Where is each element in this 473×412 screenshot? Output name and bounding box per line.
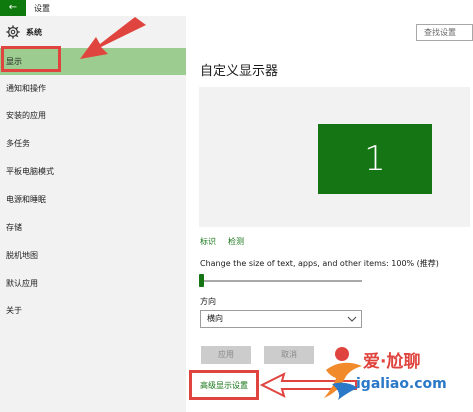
cancel-button[interactable]: 取消	[264, 346, 314, 364]
scale-slider-track[interactable]	[202, 280, 362, 282]
orientation-select[interactable]: 横向	[200, 310, 362, 328]
back-button[interactable]: ←	[0, 0, 26, 16]
search-input[interactable]: 查找设置	[416, 24, 473, 41]
detect-link[interactable]: 检测	[228, 236, 244, 247]
sidebar-item-default-apps[interactable]: 默认应用	[0, 270, 186, 297]
sidebar-item-power-sleep[interactable]: 电源和睡眠	[0, 186, 186, 213]
annotation-highlight-display	[1, 46, 61, 72]
monitor-tile[interactable]: 1	[318, 124, 432, 194]
sidebar-item-notifications[interactable]: 通知和操作	[0, 75, 186, 102]
section-header: 系统	[6, 24, 42, 40]
gear-icon	[6, 25, 20, 39]
chevron-down-icon	[347, 316, 357, 322]
scale-slider-thumb[interactable]	[199, 274, 204, 287]
section-title: 系统	[26, 27, 42, 37]
sidebar: 系统 显示 通知和操作 安装的应用 多任务 平板电脑模式 电源和睡眠 存储 脱机…	[0, 16, 186, 412]
watermark-url: igaliao.com	[356, 376, 447, 392]
sidebar-item-tablet-mode[interactable]: 平板电脑模式	[0, 158, 186, 185]
apply-button[interactable]: 应用	[201, 346, 251, 364]
scale-label: Change the size of text, apps, and other…	[200, 259, 439, 268]
identify-link[interactable]: 标识	[200, 236, 216, 247]
back-arrow-icon: ←	[8, 2, 18, 13]
sidebar-item-storage[interactable]: 存储	[0, 214, 186, 241]
sidebar-item-installed-apps[interactable]: 安装的应用	[0, 102, 186, 129]
orientation-label: 方向	[200, 297, 216, 306]
sidebar-item-about[interactable]: 关于	[0, 297, 186, 324]
page-title: 自定义显示器	[200, 64, 279, 79]
sidebar-item-offline-maps[interactable]: 脱机地图	[0, 242, 186, 269]
window-title: 设置	[34, 4, 50, 13]
search-placeholder: 查找设置	[424, 28, 456, 37]
sidebar-item-multitasking[interactable]: 多任务	[0, 130, 186, 157]
orientation-value: 横向	[207, 314, 223, 323]
watermark-brand: 爱·尬聊	[363, 352, 421, 372]
annotation-highlight-advanced	[189, 370, 259, 400]
title-bar: ← 设置	[0, 0, 473, 16]
